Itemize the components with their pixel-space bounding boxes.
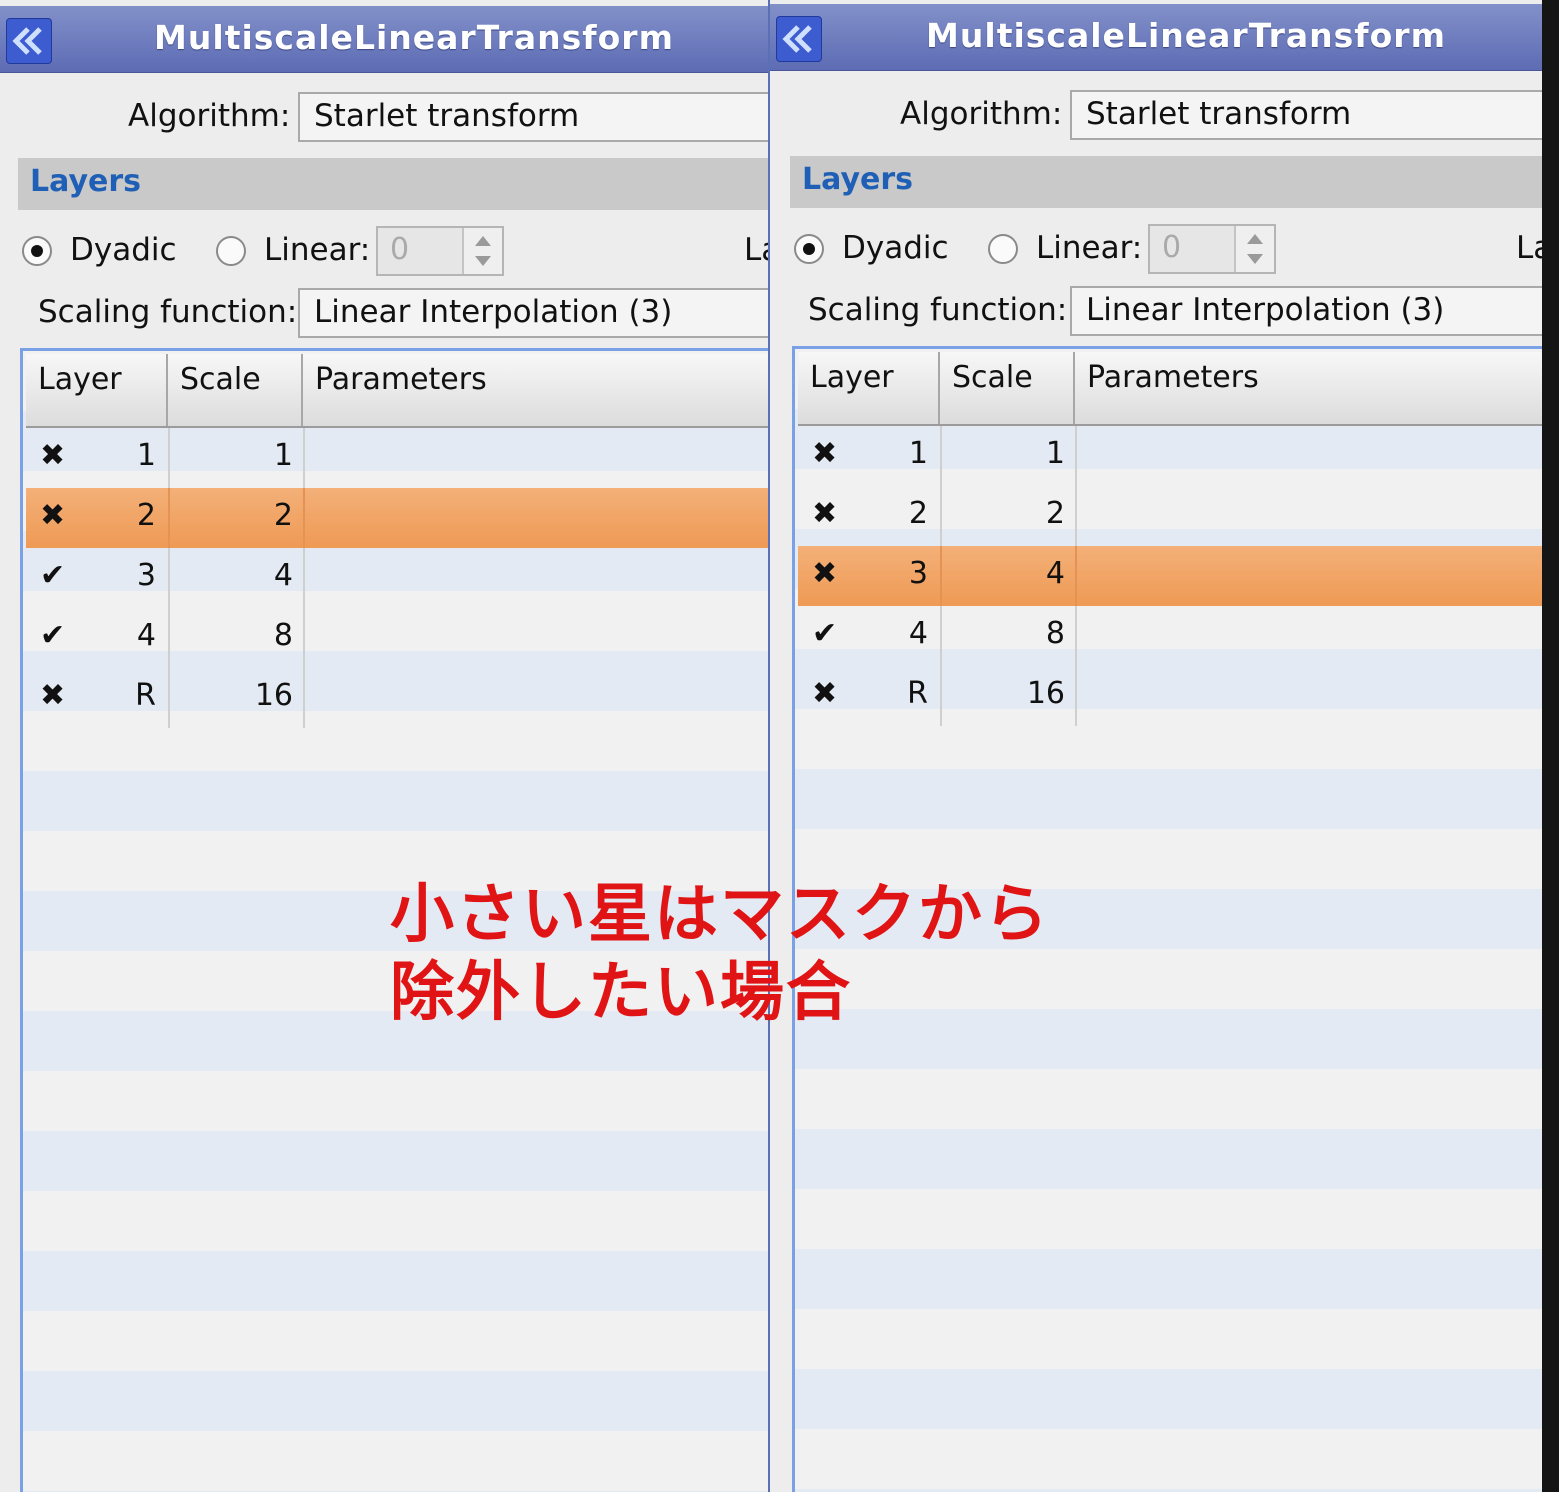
scale-cell: 4 — [273, 558, 293, 593]
table-row[interactable]: ✖ 1 1 — [798, 426, 1542, 486]
collapse-icon[interactable] — [776, 16, 822, 62]
spin-up-icon[interactable] — [1247, 234, 1263, 244]
linear-spinbox[interactable]: 0 — [376, 226, 504, 276]
window-title: MultiscaleLinearTransform — [926, 16, 1446, 55]
table-header: Layer Scale Parameters — [798, 352, 1542, 426]
layer-cell: 3 — [908, 556, 928, 591]
table-row[interactable]: ✖ 1 1 — [26, 428, 768, 488]
layer-cell: 3 — [136, 558, 156, 593]
enabled-check-icon[interactable]: ✔ — [40, 608, 80, 668]
linear-spinbox[interactable]: 0 — [1148, 224, 1276, 274]
linear-radio[interactable] — [216, 236, 246, 266]
column-header-layer[interactable]: Layer — [26, 354, 168, 426]
table-row[interactable]: ✔ 4 8 — [26, 608, 768, 668]
table-row[interactable]: ✔ 3 4 — [26, 548, 768, 608]
scale-cell: 16 — [254, 678, 293, 713]
table-row[interactable]: ✖ R 16 — [26, 668, 768, 728]
column-header-scale[interactable]: Scale — [168, 354, 303, 426]
scale-cell: 4 — [1045, 556, 1065, 591]
dyadic-label: Dyadic — [842, 230, 949, 266]
scale-cell: 2 — [1045, 496, 1065, 531]
dyadic-radio[interactable] — [794, 234, 824, 264]
disabled-x-icon[interactable]: ✖ — [40, 428, 80, 488]
table-row[interactable]: ✖ R 16 — [798, 666, 1542, 726]
layer-cell: 2 — [908, 496, 928, 531]
table-header: Layer Scale Parameters — [26, 354, 768, 428]
enabled-check-icon[interactable]: ✔ — [40, 548, 80, 608]
scaling-function-label: Scaling function: — [808, 292, 1068, 328]
section-title: Layers — [802, 162, 913, 197]
annotation-text: 小さい星はマスクから 除外したい場合 — [390, 876, 1050, 1032]
algorithm-select[interactable]: Starlet transform — [1070, 90, 1542, 140]
layer-cell: 4 — [908, 616, 928, 651]
layer-cell: 2 — [136, 498, 156, 533]
enabled-check-icon[interactable]: ✔ — [812, 606, 852, 666]
algorithm-select[interactable]: Starlet transform — [298, 92, 768, 142]
layers-count-label: La — [744, 232, 768, 268]
layer-cell: R — [135, 678, 156, 713]
algorithm-label: Algorithm: — [128, 98, 291, 134]
table-rows: ✖ 1 1 ✖ 2 2 ✔ 3 4 ✔ 4 8 ✖ R 16 — [26, 428, 768, 728]
column-header-layer[interactable]: Layer — [798, 352, 940, 424]
layer-cell: 1 — [908, 436, 928, 471]
layer-cell: R — [907, 676, 928, 711]
disabled-x-icon[interactable]: ✖ — [40, 668, 80, 728]
linear-label: Linear: — [1036, 230, 1143, 266]
scale-cell: 2 — [273, 498, 293, 533]
linear-value: 0 — [1162, 230, 1182, 265]
column-header-parameters[interactable]: Parameters — [1075, 352, 1542, 424]
column-header-parameters[interactable]: Parameters — [303, 354, 768, 426]
annotation-line-1: 小さい星はマスクから — [390, 878, 1050, 952]
disabled-x-icon[interactable]: ✖ — [812, 546, 852, 606]
table-row-selected[interactable]: ✖ 2 2 — [26, 488, 768, 548]
algorithm-label: Algorithm: — [900, 96, 1063, 132]
scaling-function-select[interactable]: Linear Interpolation (3) — [1070, 286, 1542, 336]
disabled-x-icon[interactable]: ✖ — [812, 426, 852, 486]
table-row[interactable]: ✔ 4 8 — [798, 606, 1542, 666]
layer-cell: 1 — [136, 438, 156, 473]
dyadic-label: Dyadic — [70, 232, 177, 268]
table-rows: ✖ 1 1 ✖ 2 2 ✖ 3 4 ✔ 4 8 ✖ R 16 — [798, 426, 1542, 726]
section-title: Layers — [30, 164, 141, 199]
dyadic-radio[interactable] — [22, 236, 52, 266]
right-dialog: MultiscaleLinearTransform Algorithm: Sta… — [770, 0, 1542, 1492]
layers-section-header[interactable]: Layers — [18, 158, 768, 210]
layer-cell: 4 — [136, 618, 156, 653]
scale-cell: 1 — [273, 438, 293, 473]
spin-down-icon[interactable] — [1247, 254, 1263, 264]
title-bar: MultiscaleLinearTransform — [0, 6, 768, 73]
spin-down-icon[interactable] — [475, 256, 491, 266]
scale-cell: 16 — [1026, 676, 1065, 711]
spin-up-icon[interactable] — [475, 236, 491, 246]
disabled-x-icon[interactable]: ✖ — [812, 486, 852, 546]
linear-radio[interactable] — [988, 234, 1018, 264]
layers-count-label: La — [1516, 230, 1542, 266]
scaling-function-label: Scaling function: — [38, 294, 298, 330]
linear-label: Linear: — [264, 232, 371, 268]
annotation-line-2: 除外したい場合 — [390, 956, 852, 1030]
linear-value: 0 — [390, 232, 410, 267]
window-edge — [1542, 0, 1559, 1492]
scale-cell: 8 — [1045, 616, 1065, 651]
title-bar: MultiscaleLinearTransform — [770, 4, 1542, 71]
disabled-x-icon[interactable]: ✖ — [40, 488, 80, 548]
scale-cell: 8 — [273, 618, 293, 653]
layers-section-header[interactable]: Layers — [790, 156, 1542, 208]
column-header-scale[interactable]: Scale — [940, 352, 1075, 424]
table-row-selected[interactable]: ✖ 3 4 — [798, 546, 1542, 606]
window-title: MultiscaleLinearTransform — [154, 18, 674, 57]
left-dialog: MultiscaleLinearTransform Algorithm: Sta… — [0, 0, 768, 1492]
collapse-icon[interactable] — [6, 18, 52, 64]
scaling-function-select[interactable]: Linear Interpolation (3) — [298, 288, 768, 338]
disabled-x-icon[interactable]: ✖ — [812, 666, 852, 726]
table-row[interactable]: ✖ 2 2 — [798, 486, 1542, 546]
scale-cell: 1 — [1045, 436, 1065, 471]
